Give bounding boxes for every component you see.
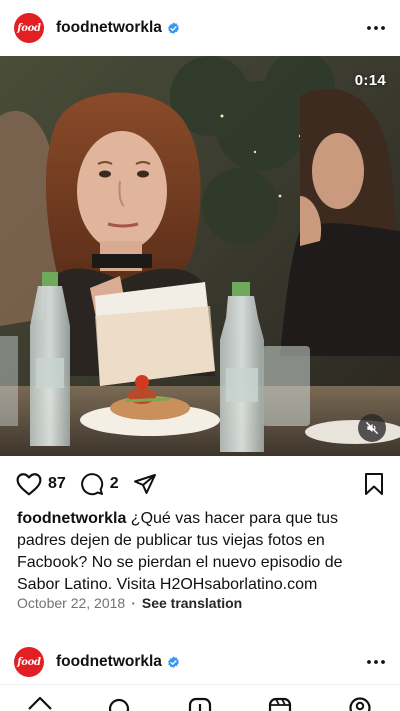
separator-dot: ·: [131, 595, 136, 611]
avatar-logo-text: food: [17, 656, 41, 668]
mute-button[interactable]: [358, 414, 386, 442]
comment-icon[interactable]: [80, 472, 104, 496]
heart-icon[interactable]: [16, 472, 42, 496]
nav-search[interactable]: [107, 695, 133, 711]
next-post-header: food foodnetworkla: [0, 640, 400, 684]
create-icon: [188, 697, 212, 711]
avatar-logo-text: food: [17, 22, 41, 34]
send-icon[interactable]: [133, 473, 157, 495]
post-meta: October 22, 2018 · See translation: [17, 595, 242, 611]
post-actions: 87 2: [0, 466, 400, 502]
more-options-button[interactable]: [366, 652, 386, 672]
reels-icon: [268, 697, 292, 711]
see-translation-link[interactable]: See translation: [142, 595, 242, 611]
share-action[interactable]: [133, 473, 157, 495]
search-icon: [108, 698, 130, 711]
comment-action: 2: [80, 472, 119, 496]
caption-username[interactable]: foodnetworkla: [17, 510, 126, 527]
more-options-button[interactable]: [366, 18, 386, 38]
comment-count[interactable]: 2: [110, 475, 119, 493]
save-button[interactable]: [364, 472, 384, 501]
verified-badge-icon: [168, 656, 179, 668]
video-frame: [0, 56, 400, 456]
bottom-nav: [0, 684, 400, 711]
home-icon: [28, 696, 52, 710]
post-header: food foodnetworkla: [0, 0, 400, 56]
mute-icon: [366, 422, 378, 434]
more-icon: [367, 660, 385, 664]
like-count[interactable]: 87: [48, 475, 66, 493]
post-caption: foodnetworkla ¿Qué vas hacer para que tu…: [17, 508, 389, 596]
nav-create[interactable]: [187, 695, 213, 711]
post-date: October 22, 2018: [17, 595, 126, 611]
verified-badge-icon: [168, 22, 179, 34]
username[interactable]: foodnetworkla: [56, 653, 162, 671]
video-timestamp: 0:14: [354, 72, 386, 89]
more-icon: [367, 26, 385, 30]
post-video[interactable]: 0:14: [0, 56, 400, 456]
like-action: 87: [16, 472, 66, 496]
username[interactable]: foodnetworkla: [56, 19, 162, 37]
profile-icon: [349, 697, 371, 711]
bookmark-icon: [365, 473, 383, 495]
avatar[interactable]: food: [14, 647, 44, 677]
avatar[interactable]: food: [14, 13, 44, 43]
nav-home[interactable]: [27, 695, 53, 711]
nav-reels[interactable]: [267, 695, 293, 711]
nav-profile[interactable]: [347, 695, 373, 711]
